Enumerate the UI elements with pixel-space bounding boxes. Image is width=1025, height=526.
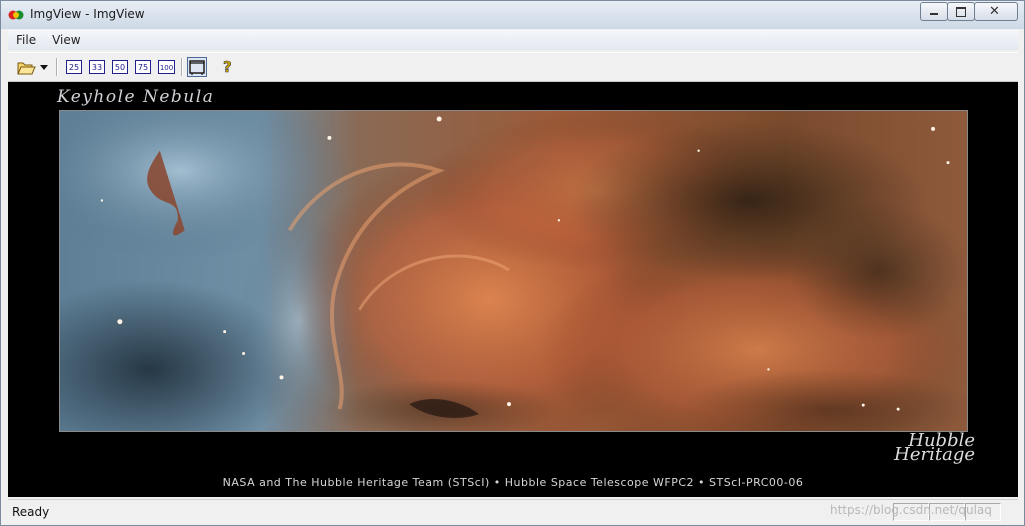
image-canvas[interactable]: Keyhole Nebula Hubble Heritage NASA and … xyxy=(8,82,1018,497)
toolbar-separator xyxy=(181,58,183,76)
watermark-text: https://blog.csdn.net/qulaq xyxy=(830,503,992,517)
dropdown-arrow-icon[interactable] xyxy=(39,57,49,77)
close-icon: ✕ xyxy=(989,4,1000,19)
toolbar-separator xyxy=(56,58,58,76)
image-title: Keyhole Nebula xyxy=(57,87,215,107)
open-folder-icon[interactable] xyxy=(16,57,36,77)
window-title: ImgView - ImgView xyxy=(30,7,145,21)
toolbar: 25 33 50 75 100 ? xyxy=(8,52,1018,82)
zoom-100-button[interactable]: 100 xyxy=(158,60,175,74)
logo-line-heritage: Heritage xyxy=(894,444,975,465)
maximize-button[interactable] xyxy=(947,2,975,21)
nebula-photo xyxy=(59,110,968,432)
caption-buttons: ✕ xyxy=(920,2,1018,21)
minimize-button[interactable] xyxy=(920,2,948,21)
status-bar: Ready https://blog.csdn.net/qulaq xyxy=(8,499,1018,524)
image-credit: NASA and The Hubble Heritage Team (STScI… xyxy=(222,476,804,489)
app-window: ImgView - ImgView ✕ File View 25 33 50 7… xyxy=(0,0,1025,526)
minimize-icon xyxy=(930,13,938,15)
help-icon[interactable]: ? xyxy=(220,57,236,77)
menu-file[interactable]: File xyxy=(8,33,44,47)
zoom-33-button[interactable]: 33 xyxy=(89,60,105,74)
app-icon xyxy=(8,10,24,20)
menu-bar: File View xyxy=(8,30,1018,50)
menu-view[interactable]: View xyxy=(44,33,88,47)
maximize-icon xyxy=(956,7,966,17)
close-button[interactable]: ✕ xyxy=(974,2,1018,21)
svg-text:?: ? xyxy=(223,58,232,76)
zoom-50-button[interactable]: 50 xyxy=(112,60,128,74)
zoom-75-button[interactable]: 75 xyxy=(135,60,151,74)
status-text: Ready xyxy=(12,505,50,519)
hubble-heritage-logo: Hubble Heritage xyxy=(860,432,975,465)
zoom-25-button[interactable]: 25 xyxy=(66,60,82,74)
title-bar[interactable]: ImgView - ImgView ✕ xyxy=(1,1,1024,29)
fit-window-icon[interactable] xyxy=(187,57,207,77)
